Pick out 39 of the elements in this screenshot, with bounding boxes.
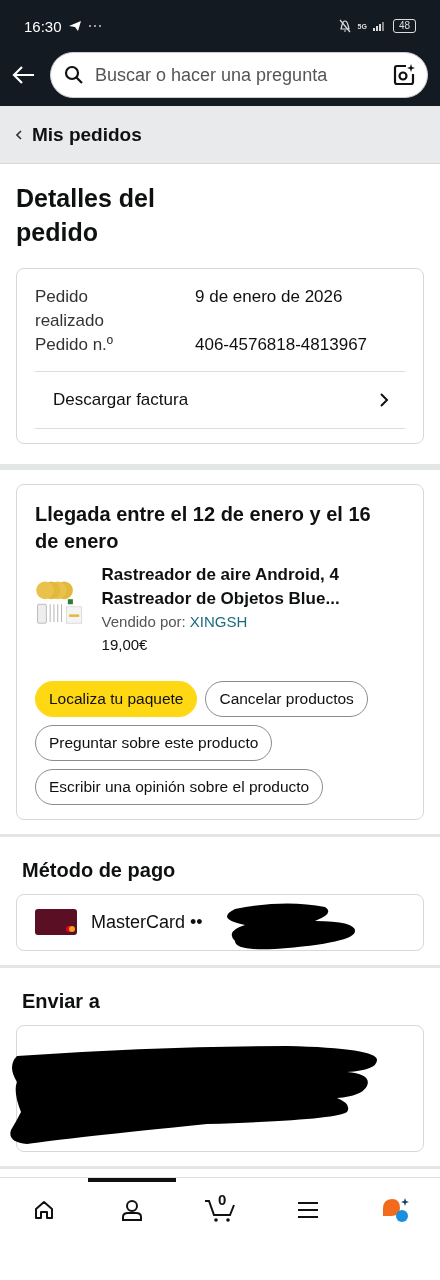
seller-label: Vendido por: xyxy=(101,612,186,630)
back-arrow-icon[interactable] xyxy=(12,65,36,85)
chat-bubbles-icon xyxy=(381,1196,411,1223)
signal-icon xyxy=(372,21,387,31)
action-button[interactable]: Localiza tu paquete xyxy=(35,680,198,717)
breadcrumb-link[interactable]: Mis pedidos xyxy=(32,123,142,146)
chevron-left-icon xyxy=(16,129,22,140)
search-icon xyxy=(64,65,84,85)
page-title: Detalles del pedido xyxy=(16,183,156,248)
section-heading: Enviar a xyxy=(22,989,101,1013)
action-button[interactable]: Escribir una opinión sobre el producto xyxy=(35,768,324,805)
field-value: 406-4576818-4813967 xyxy=(195,333,369,356)
field-label: Pedido realizado xyxy=(35,285,105,332)
bell-off-icon xyxy=(337,19,352,33)
action-button[interactable]: Preguntar sobre este producto xyxy=(35,724,273,761)
status-time: 16:30 xyxy=(24,17,62,35)
chevron-right-icon xyxy=(379,391,389,408)
send-icon xyxy=(67,20,82,32)
battery-indicator: 48 xyxy=(392,19,416,33)
card-name: MasterCard •• xyxy=(91,911,203,933)
nav-tab[interactable]: 0 xyxy=(176,1177,264,1238)
product-price: 19,00€ xyxy=(101,635,149,653)
camera-icon[interactable] xyxy=(392,63,416,87)
seller-link[interactable]: XINGSH xyxy=(189,612,248,630)
field-label: Pedido n.º xyxy=(35,333,115,356)
person-icon xyxy=(120,1197,144,1222)
menu-icon xyxy=(297,1200,319,1219)
arrival-heading: Llegada entre el 12 de enero y el 16 de enero xyxy=(35,501,372,554)
home-icon xyxy=(33,1198,55,1221)
more-icon xyxy=(87,24,102,28)
search-field[interactable]: Buscar o hacer una pregunta xyxy=(50,52,428,98)
cart-count: 0 xyxy=(218,1190,227,1208)
section-heading: Método de pago xyxy=(22,858,177,882)
credit-card-icon xyxy=(35,909,77,935)
invoice-link[interactable]: Descargar factura xyxy=(35,370,405,429)
action-button[interactable]: Cancelar productos xyxy=(205,680,368,717)
field-value: 9 de enero de 2026 xyxy=(195,285,344,308)
product-title[interactable]: Rastreador de aire Android, 4 Rastreador de Objetos Blue... xyxy=(101,562,405,611)
payment-card[interactable]: MasterCard •• xyxy=(16,893,424,951)
